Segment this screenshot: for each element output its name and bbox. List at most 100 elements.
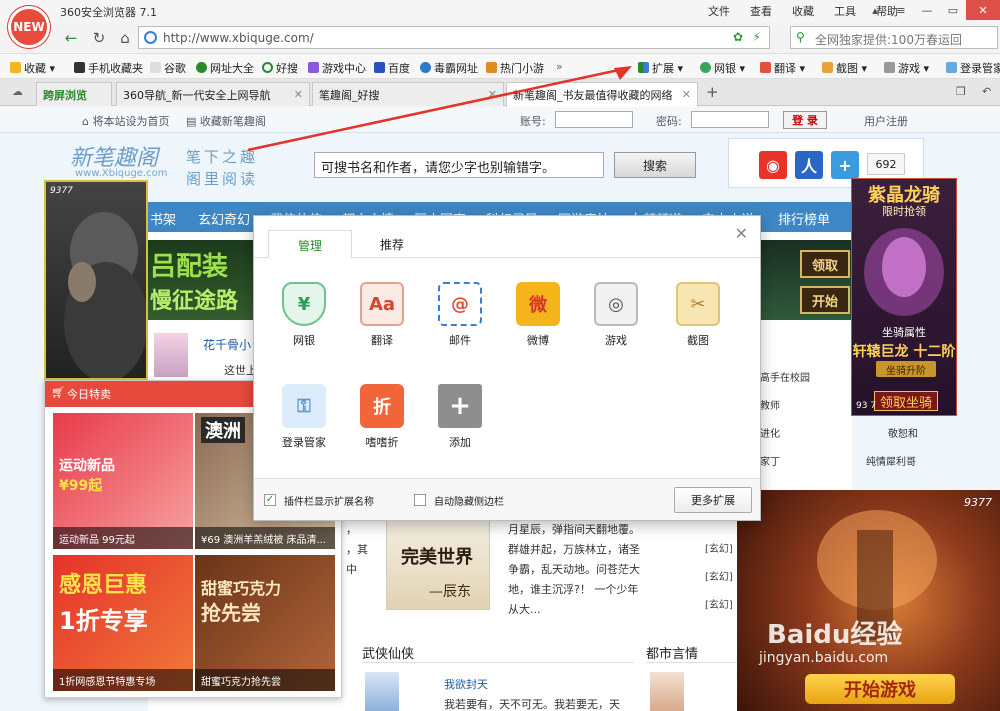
home-icon[interactable]: ⌂ bbox=[114, 27, 136, 49]
list-item[interactable]: 高手在校园 bbox=[760, 369, 810, 384]
toolbar-translate[interactable]: 翻译 ▾ bbox=[760, 60, 805, 76]
more-share-icon[interactable]: + bbox=[831, 151, 859, 179]
extension-discount[interactable]: 折 嗜嗜折 bbox=[352, 384, 412, 450]
skin-icon[interactable]: ▴ bbox=[862, 0, 888, 20]
register-link[interactable]: 用户注册 bbox=[864, 113, 908, 129]
genre-tag[interactable]: [玄幻] bbox=[705, 596, 733, 611]
auto-hide-checkbox[interactable]: ✓ bbox=[414, 494, 426, 506]
weibo-share-icon[interactable]: ◉ bbox=[759, 151, 787, 179]
tab-recommend[interactable]: 推荐 bbox=[350, 230, 434, 258]
featured-book-cover[interactable]: 完美世界 —辰东 bbox=[386, 518, 490, 610]
deal-price: 1折专享 bbox=[59, 607, 148, 635]
bottom-right-game-ad[interactable]: 9377 Baidu经验 jingyan.baidu.com 开始游戏 bbox=[737, 490, 1000, 711]
minimize-button[interactable]: — bbox=[914, 0, 940, 20]
deal-item[interactable]: 运动新品 ¥99起 运动新品 99元起 bbox=[53, 413, 193, 549]
toolbar-screenshot[interactable]: 截图 ▾ bbox=[822, 60, 867, 76]
close-tab-icon[interactable]: ✕ bbox=[682, 88, 691, 101]
list-item-author: 敬恕和 bbox=[888, 429, 918, 440]
list-item[interactable]: 教师 bbox=[760, 397, 780, 412]
bookmark-google[interactable]: 谷歌 bbox=[150, 60, 186, 76]
scissors-icon: ✂ bbox=[676, 282, 720, 326]
tab-manage[interactable]: 管理 bbox=[268, 230, 352, 259]
category-heading[interactable]: 武侠仙侠 bbox=[362, 639, 634, 663]
book-title[interactable]: 花千骨小 bbox=[203, 336, 251, 353]
game-banner-ad[interactable]: 吕配装 慢征途路 bbox=[148, 240, 258, 320]
menu-lines-icon[interactable]: ≡ bbox=[888, 0, 914, 20]
extension-netbank[interactable]: ¥ 网银 bbox=[274, 282, 334, 348]
gamepad-icon bbox=[884, 62, 895, 73]
extension-screenshot[interactable]: ✂ 截图 bbox=[668, 282, 728, 348]
nav-bookshelf[interactable]: 书架 bbox=[150, 209, 176, 228]
renren-share-icon[interactable]: 人 bbox=[795, 151, 823, 179]
undo-close-icon[interactable]: ↶ bbox=[982, 85, 991, 98]
restore-tabs-icon[interactable]: ❐ bbox=[956, 85, 966, 98]
extension-label: 嗜嗜折 bbox=[365, 436, 399, 449]
login-button[interactable]: 登 录 bbox=[783, 111, 827, 129]
deal-item[interactable]: 感恩巨惠 1折专享 1折网感恩节特惠专场 bbox=[53, 555, 193, 691]
start-game-button[interactable]: 开始游戏 bbox=[805, 674, 955, 704]
bookmark-mobile[interactable]: 手机收藏夹 bbox=[74, 60, 143, 76]
list-item[interactable]: 进化 bbox=[760, 425, 780, 440]
tab-cross-screen[interactable]: 跨屏浏览 bbox=[36, 82, 112, 106]
toolbar-netbank[interactable]: 网银 ▾ bbox=[700, 60, 745, 76]
cloud-icon[interactable]: ☁ bbox=[12, 85, 23, 98]
genre-tag[interactable]: [玄幻] bbox=[705, 568, 733, 583]
book-title[interactable]: 我欲封天 bbox=[444, 676, 488, 692]
set-home-link[interactable]: ⌂ 将本站设为首页 bbox=[82, 113, 169, 129]
list-item-author: 纯情犀利哥 bbox=[866, 457, 916, 468]
toolbar-extensions[interactable]: 扩展 ▾ bbox=[638, 60, 683, 76]
nav-site-icon bbox=[196, 62, 207, 73]
back-icon[interactable]: ← bbox=[60, 27, 82, 49]
password-input[interactable] bbox=[691, 111, 769, 128]
show-names-checkbox[interactable]: ✓ bbox=[264, 494, 276, 506]
close-window-button[interactable]: ✕ bbox=[966, 0, 1000, 20]
list-item[interactable]: 家丁 bbox=[760, 453, 780, 468]
deals-title: 今日特卖 bbox=[67, 388, 111, 401]
book-cover[interactable] bbox=[154, 333, 188, 377]
extension-label: 微博 bbox=[527, 334, 549, 347]
menu-favorites[interactable]: 收藏 bbox=[792, 3, 814, 19]
search-box[interactable]: ⚲ 全网独家提供:100万春运回 bbox=[790, 26, 998, 49]
speed-icon[interactable]: ✿ bbox=[733, 30, 743, 44]
category-heading[interactable]: 都市言情 bbox=[646, 639, 738, 663]
more-extensions-button[interactable]: 更多扩展 bbox=[674, 487, 752, 513]
menu-tools[interactable]: 工具 bbox=[834, 3, 856, 19]
bookmark-favorites[interactable]: 收藏 ▾ bbox=[10, 60, 55, 76]
refresh-icon[interactable]: ↻ bbox=[88, 27, 110, 49]
close-icon[interactable]: ✕ bbox=[735, 224, 748, 243]
url-bar[interactable]: http://www.xbiquge.com/ ✿ ⚡ bbox=[138, 26, 770, 49]
url-text[interactable]: http://www.xbiquge.com/ bbox=[163, 31, 314, 45]
new-badge-logo[interactable]: NEW bbox=[8, 6, 50, 48]
toolbar-login-manager[interactable]: 登录管家 bbox=[946, 60, 1000, 76]
extension-add[interactable]: + 添加 bbox=[430, 384, 490, 450]
nav-rankings[interactable]: 排行榜单 bbox=[778, 209, 830, 228]
extension-mail[interactable]: @ 邮件 bbox=[430, 282, 490, 348]
deal-headline: 运动新品 bbox=[59, 458, 115, 474]
genre-tag[interactable]: [玄幻] bbox=[705, 540, 733, 555]
key-icon bbox=[946, 62, 957, 73]
ad-upgrade-button[interactable]: 坐骑升阶 bbox=[876, 361, 936, 377]
new-tab-button[interactable]: + bbox=[706, 83, 719, 101]
menu-view[interactable]: 查看 bbox=[750, 3, 772, 19]
banner-start-button[interactable]: 开始 bbox=[800, 286, 850, 314]
lightning-icon[interactable]: ⚡ bbox=[753, 30, 761, 44]
left-float-ad[interactable]: 9377 bbox=[44, 180, 148, 380]
banner-claim-button[interactable]: 领取 bbox=[800, 250, 850, 278]
toolbar-games[interactable]: 游戏 ▾ bbox=[884, 60, 929, 76]
nav-fantasy[interactable]: 玄幻奇幻 bbox=[198, 209, 250, 228]
translate-icon bbox=[760, 62, 771, 73]
maximize-button[interactable]: ▭ bbox=[940, 0, 966, 20]
deal-item[interactable]: 甜蜜巧克力 抢先尝 甜蜜巧克力抢先尝 bbox=[195, 555, 335, 691]
page-icon bbox=[150, 62, 161, 73]
right-float-ad[interactable]: 紫晶龙骑 限时抢领 坐骑属性 轩辕巨龙 十二阶 坐骑升阶 领取坐骑 93 7 bbox=[851, 178, 957, 416]
extension-translate[interactable]: Aa 翻译 bbox=[352, 282, 412, 348]
search-placeholder[interactable]: 全网独家提供:100万春运回 bbox=[815, 31, 962, 48]
ad-claim-button[interactable]: 领取坐骑 bbox=[874, 391, 938, 411]
menu-file[interactable]: 文件 bbox=[708, 3, 730, 19]
book-cover[interactable] bbox=[650, 672, 684, 711]
game-banner-right[interactable]: 领取 开始 bbox=[760, 240, 852, 320]
book-cover[interactable] bbox=[365, 672, 399, 711]
extension-games[interactable]: ◎ 游戏 bbox=[586, 282, 646, 348]
extension-login-manager[interactable]: ⚿ 登录管家 bbox=[274, 384, 334, 450]
extension-weibo[interactable]: 微 微博 bbox=[508, 282, 568, 348]
